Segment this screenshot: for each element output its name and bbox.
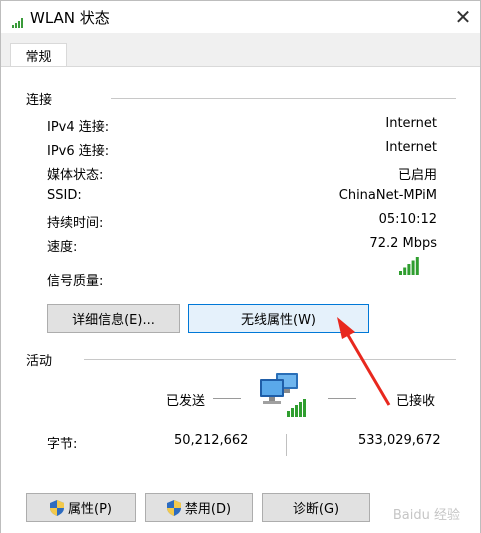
signal-bar <box>407 264 411 275</box>
ipv4-value: Internet <box>385 116 437 131</box>
signal-quality-icon <box>399 257 419 275</box>
details-button[interactable]: 详细信息(E)... <box>47 304 180 333</box>
bytes-received-value: 533,029,672 <box>358 433 441 448</box>
received-label: 已接收 <box>396 394 436 409</box>
close-button[interactable]: ✕ <box>446 1 480 33</box>
signal-bar <box>411 260 415 275</box>
ssid-value: ChinaNet-MPiM <box>338 188 437 203</box>
diagnose-button-label: 诊断(G) <box>292 502 340 517</box>
disable-button[interactable]: 禁用(D) <box>145 493 253 522</box>
signal-bar <box>415 257 419 275</box>
duration-label: 持续时间: <box>47 216 104 231</box>
media-state-label: 媒体状态: <box>47 168 104 183</box>
title-bar: WLAN 状态 ✕ <box>1 1 480 33</box>
window-title: WLAN 状态 <box>30 9 110 27</box>
duration-value: 05:10:12 <box>378 212 437 227</box>
properties-button[interactable]: 属性(P) <box>26 493 136 522</box>
sent-dash <box>213 398 241 399</box>
close-icon: ✕ <box>454 5 472 29</box>
properties-button-label: 属性(P) <box>68 502 112 517</box>
shield-icon <box>50 499 64 516</box>
speed-label: 速度: <box>47 240 78 255</box>
details-button-label: 详细信息(E)... <box>72 313 155 328</box>
tab-strip: 常规 <box>1 33 480 67</box>
ipv6-label: IPv6 连接: <box>47 144 110 159</box>
disable-button-label: 禁用(D) <box>184 502 232 517</box>
general-panel: 连接 IPv4 连接: Internet IPv6 连接: Internet 媒… <box>1 67 480 533</box>
activity-group-title: 活动 <box>26 354 53 369</box>
activity-group-line <box>84 359 456 360</box>
signal-quality-label: 信号质量: <box>47 274 104 289</box>
bytes-label: 字节: <box>47 437 78 452</box>
wireless-properties-button-label: 无线属性(W) <box>241 313 316 328</box>
wlan-status-dialog: WLAN 状态 ✕ 常规 连接 IPv4 连接: Internet IPv6 连… <box>0 0 481 533</box>
media-state-value: 已启用 <box>397 168 437 183</box>
watermark: Baidu 经验 <box>392 508 460 523</box>
bytes-separator <box>286 434 287 456</box>
connection-group-line <box>111 98 456 99</box>
ipv6-value: Internet <box>385 140 437 155</box>
sent-label: 已发送 <box>166 394 206 409</box>
received-dash <box>328 398 356 399</box>
diagnose-button[interactable]: 诊断(G) <box>262 493 370 522</box>
bytes-sent-value: 50,212,662 <box>174 433 249 448</box>
shield-icon <box>166 499 181 516</box>
signal-bar <box>399 271 402 275</box>
ssid-label: SSID: <box>47 188 82 203</box>
connection-group-title: 连接 <box>26 93 53 108</box>
speed-value: 72.2 Mbps <box>369 236 437 251</box>
tab-general[interactable]: 常规 <box>10 43 67 67</box>
wireless-properties-button[interactable]: 无线属性(W) <box>188 304 369 333</box>
signal-bar <box>403 267 407 275</box>
wifi-signal-icon <box>12 13 24 32</box>
ipv4-label: IPv4 连接: <box>47 120 110 135</box>
network-computers-icon <box>260 373 306 417</box>
